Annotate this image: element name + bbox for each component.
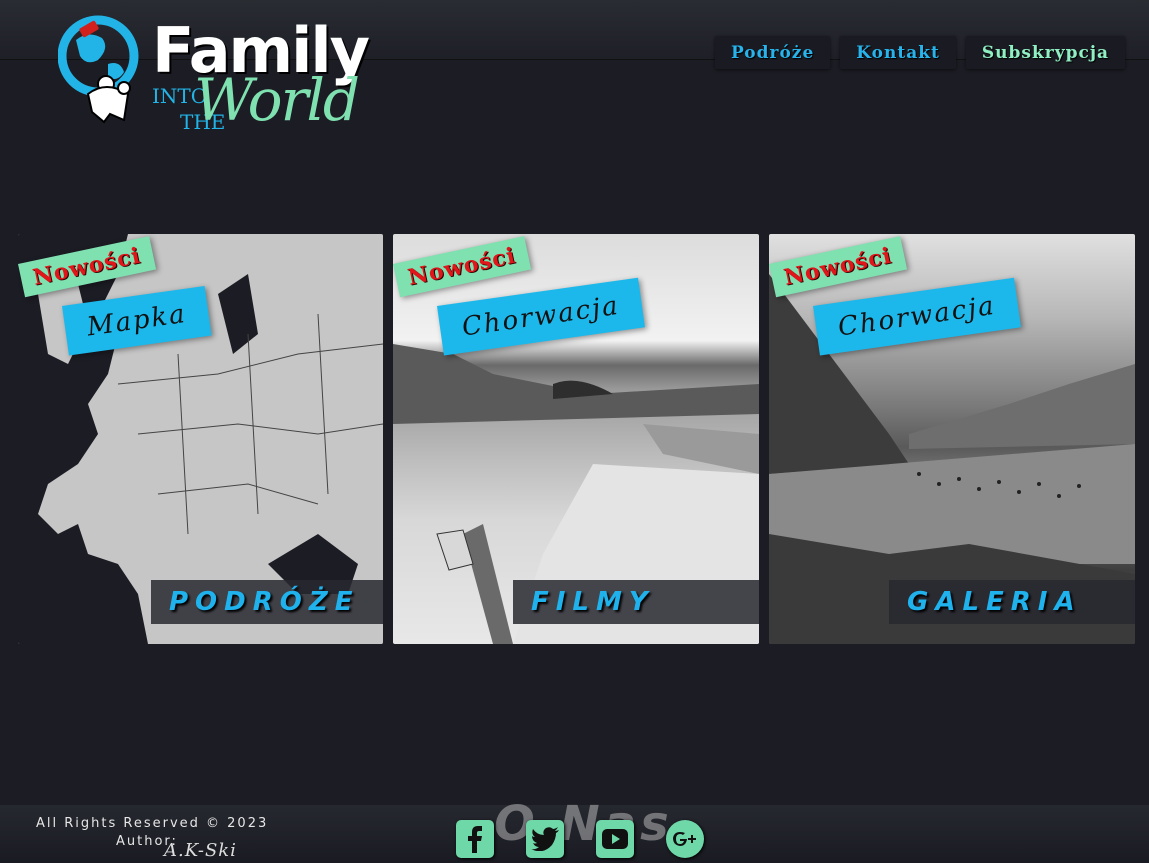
logo-world-text: World [194, 66, 360, 134]
nav-subskrypcja[interactable]: Subskrypcja [965, 36, 1125, 69]
youtube-icon[interactable] [596, 820, 634, 858]
card-filmy[interactable]: Nowości Chorwacja Filmy [393, 234, 759, 644]
card-caption: Filmy [513, 580, 759, 624]
copyright-text: All Rights Reserved © 2023 [36, 816, 269, 831]
site-logo[interactable]: Family INTO THE World [58, 10, 378, 135]
card-galeria[interactable]: Nowości Chorwacja Galeria [769, 234, 1135, 644]
card-podroze[interactable]: Nowości Mapka Podróże [18, 234, 383, 644]
nav-kontakt[interactable]: Kontakt [840, 36, 956, 69]
twitter-icon[interactable] [526, 820, 564, 858]
nav-podroze[interactable]: Podróże [714, 36, 831, 69]
google-plus-icon[interactable] [666, 820, 704, 858]
main-nav: Podróże Kontakt Subskrypcja [714, 36, 1125, 69]
social-links [456, 820, 736, 858]
author-name: A.K-Ski [164, 840, 237, 861]
card-caption: Galeria [889, 580, 1135, 624]
card-caption: Podróże [151, 580, 383, 624]
facebook-icon[interactable] [456, 820, 494, 858]
globe-family-icon [58, 15, 139, 124]
